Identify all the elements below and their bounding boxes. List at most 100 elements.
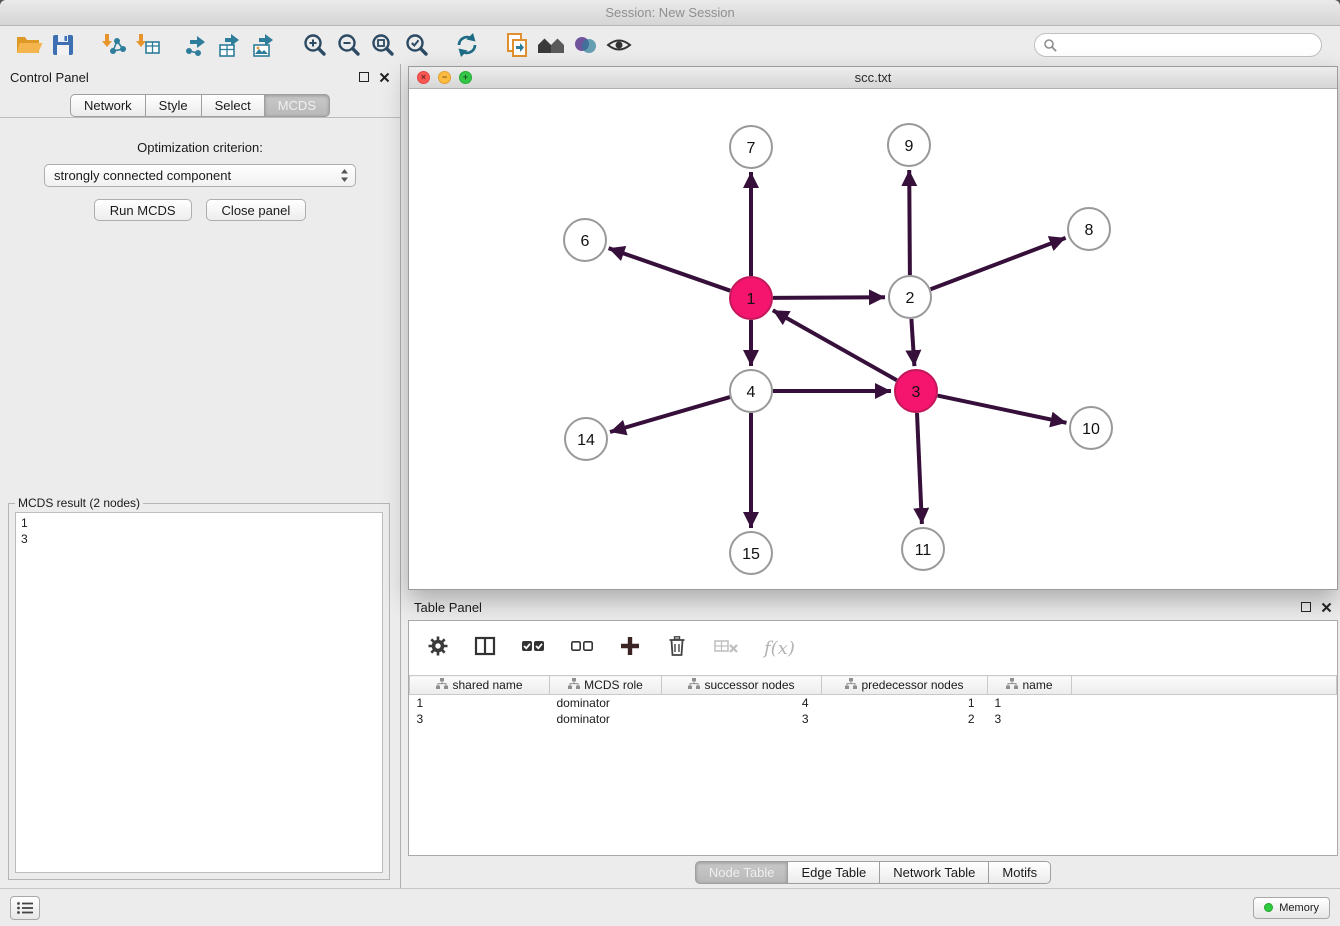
graph-node[interactable]: 2 [889,276,931,318]
table-row[interactable]: 3dominator323 [410,711,1337,727]
zoom-in-button[interactable] [298,30,332,60]
column-header-label: predecessor nodes [861,678,963,692]
graph-edge[interactable] [909,170,910,275]
task-history-button[interactable] [10,896,40,920]
table-cell[interactable]: 1 [410,695,550,711]
tab-style[interactable]: Style [146,94,202,117]
table-column-header[interactable]: predecessor nodes [822,676,988,695]
window-title: Session: New Session [605,5,734,20]
table-row[interactable]: 1dominator411 [410,695,1337,711]
clone-network-button[interactable] [500,30,534,60]
network-window: scc.txt × − + 7 9 6 8 1 2 4 3 14 10 15 11 [408,66,1338,590]
table-column-header[interactable]: name [988,676,1072,695]
mcds-result-item[interactable]: 3 [21,531,377,547]
tab-network-table[interactable]: Network Table [880,861,989,884]
graph-edge[interactable] [917,413,922,524]
graph-node[interactable]: 11 [902,528,944,570]
save-session-button[interactable] [46,30,80,60]
import-table-button[interactable] [130,30,164,60]
table-cell[interactable]: 4 [662,695,822,711]
split-column-icon [474,635,496,657]
graph-node[interactable]: 3 [895,370,937,412]
graph-node[interactable]: 15 [730,532,772,574]
table-cell[interactable]: dominator [550,711,662,727]
graph-edge[interactable] [610,397,730,432]
graph-node[interactable]: 1 [730,277,772,319]
float-panel-icon[interactable] [359,72,369,82]
zoom-selected-button[interactable] [400,30,434,60]
delete-column-button[interactable] [713,635,739,662]
graph-edge[interactable] [911,319,914,366]
select-all-button[interactable] [521,635,545,662]
graph-node[interactable]: 4 [730,370,772,412]
status-bar: Memory [0,888,1340,926]
search-input[interactable] [1062,38,1313,52]
export-table-button[interactable] [214,30,248,60]
graph-edge[interactable] [773,310,897,380]
tab-node-table[interactable]: Node Table [695,861,789,884]
graph-node[interactable]: 7 [730,126,772,168]
network-window-titlebar[interactable]: scc.txt × − + [409,67,1337,89]
deselect-all-button[interactable] [570,635,594,662]
graph-edge[interactable] [938,396,1067,423]
tab-select[interactable]: Select [202,94,265,117]
graph-edge[interactable] [931,238,1066,289]
zoom-fit-button[interactable] [366,30,400,60]
tab-motifs[interactable]: Motifs [989,861,1051,884]
graph-node[interactable]: 6 [564,219,606,261]
export-network-button[interactable] [180,30,214,60]
mcds-result-item[interactable]: 1 [21,515,377,531]
network-canvas[interactable]: 7 9 6 8 1 2 4 3 14 10 15 11 [409,89,1337,589]
run-mcds-button[interactable]: Run MCDS [94,199,192,221]
search-field[interactable] [1034,33,1322,57]
graph-edge[interactable] [609,248,731,291]
table-cell[interactable]: dominator [550,695,662,711]
apply-layout-button[interactable] [450,30,484,60]
table-cell[interactable]: 3 [662,711,822,727]
tab-mcds[interactable]: MCDS [265,94,330,117]
float-table-panel-icon[interactable] [1301,602,1311,612]
table-cell[interactable]: 3 [410,711,550,727]
mcds-result-list[interactable]: 13 [15,512,383,873]
import-table-icon [133,32,161,58]
graph-node[interactable]: 8 [1068,208,1110,250]
edges-layer [609,170,1067,528]
window-titlebar[interactable]: Session: New Session [0,0,1340,26]
split-column-button[interactable] [474,635,496,662]
table-cell[interactable]: 1 [988,695,1072,711]
table-column-header[interactable]: MCDS role [550,676,662,695]
graph-node-label: 2 [906,290,915,307]
close-panel-button[interactable]: Close panel [206,199,307,221]
table-cell[interactable]: 1 [822,695,988,711]
import-network-button[interactable] [96,30,130,60]
table-column-header[interactable]: successor nodes [662,676,822,695]
tab-network[interactable]: Network [70,94,146,117]
table-cell[interactable]: 2 [822,711,988,727]
memory-button[interactable]: Memory [1253,897,1330,919]
show-hide-button[interactable] [602,30,636,60]
network-analyzer-button[interactable] [534,30,568,60]
memory-status-icon [1264,903,1273,912]
delete-rows-button[interactable] [666,635,688,662]
graph-node[interactable]: 14 [565,418,607,460]
close-table-panel-icon[interactable] [1321,602,1332,613]
close-panel-icon[interactable] [379,72,390,83]
graph-node[interactable]: 10 [1070,407,1112,449]
graph-node-label: 11 [915,542,932,559]
function-builder-button[interactable]: f(x) [764,638,795,659]
graph-node[interactable]: 9 [888,124,930,166]
select-all-icon [521,635,545,657]
table-cell[interactable]: 3 [988,711,1072,727]
zoom-out-button[interactable] [332,30,366,60]
table-settings-button[interactable] [427,635,449,662]
export-image-icon [251,32,279,58]
column-type-icon [688,678,700,692]
table-column-header[interactable]: shared name [410,676,550,695]
add-column-button[interactable] [619,635,641,662]
style-wand-button[interactable] [568,30,602,60]
graph-edge[interactable] [773,297,885,298]
export-image-button[interactable] [248,30,282,60]
optimization-select[interactable]: strongly connected component [44,164,356,187]
tab-edge-table[interactable]: Edge Table [788,861,880,884]
open-session-button[interactable] [12,30,46,60]
